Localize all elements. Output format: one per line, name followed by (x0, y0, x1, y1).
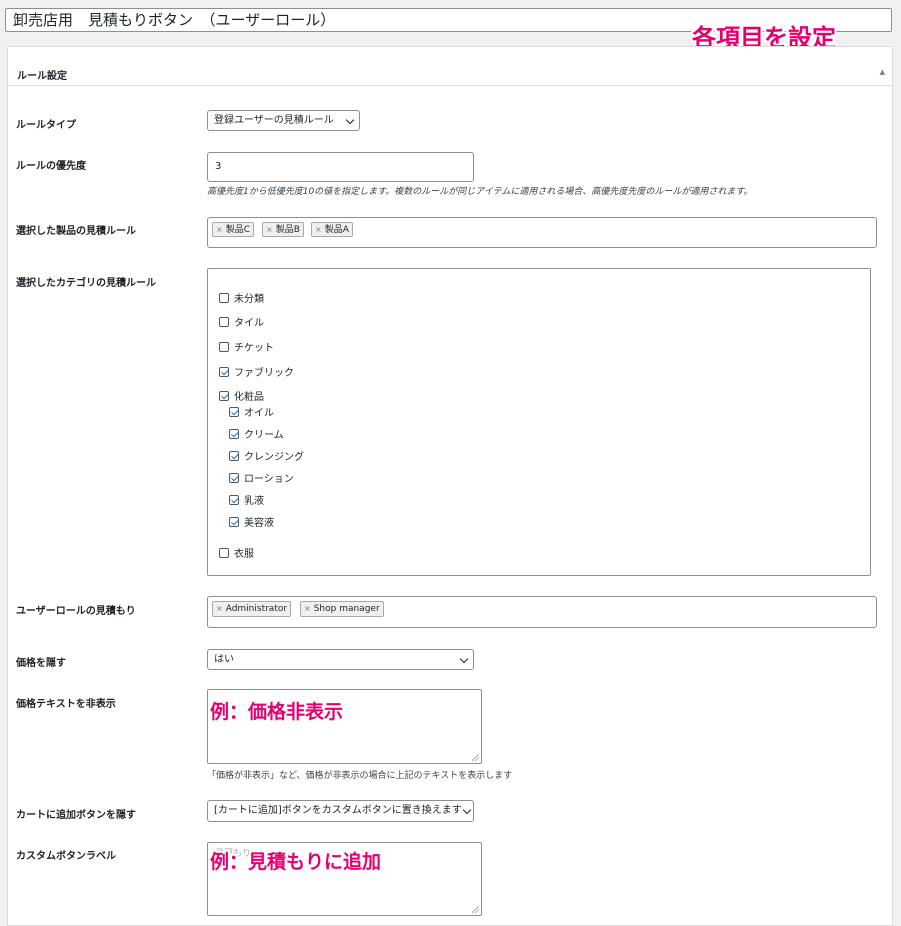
category-item[interactable]: ファブリック (219, 364, 294, 379)
annotation-custom-button-example: 例：見積もりに追加 (210, 851, 382, 873)
checkbox[interactable] (219, 342, 229, 352)
category-item[interactable]: 衣服 (219, 545, 254, 560)
product-tag[interactable]: × 製品C (212, 222, 254, 237)
category-item-child[interactable]: クリーム (229, 426, 284, 441)
hide-price-select[interactable]: はい (207, 649, 474, 670)
chevron-down-icon (345, 115, 355, 125)
hide-price-label: 価格を隠す (16, 658, 66, 669)
rule-type-value: 登録ユーザーの見積ルール (214, 115, 334, 126)
hide-price-text-label: 価格テキストを非表示 (16, 699, 116, 710)
category-item-child[interactable]: 乳液 (229, 492, 264, 507)
hide-cart-button-label: カートに追加ボタンを隠す (16, 810, 136, 821)
roles-multiselect[interactable]: × Administrator × Shop manager (207, 596, 877, 628)
close-icon[interactable]: × (266, 225, 273, 234)
products-multiselect[interactable]: × 製品C × 製品B × 製品A (207, 217, 877, 248)
annotation-hide-price-example: 例：価格非表示 (210, 701, 344, 723)
checkbox-checked[interactable] (219, 367, 229, 377)
hide-price-value: はい (214, 654, 234, 665)
category-item-child[interactable]: ローション (229, 470, 294, 485)
custom-button-label-label: カスタムボタンラベル (16, 851, 116, 862)
checkbox[interactable] (219, 317, 229, 327)
checkbox-checked[interactable] (229, 473, 239, 483)
category-item-child[interactable]: 美容液 (229, 514, 274, 529)
category-item[interactable]: 未分類 (219, 290, 264, 305)
product-tag[interactable]: × 製品B (262, 222, 304, 237)
hide-cart-button-value: [カートに追加]ボタンをカスタムボタンに置き換えます (214, 805, 462, 816)
checkbox-checked[interactable] (229, 517, 239, 527)
category-item-child[interactable]: オイル (229, 404, 274, 419)
priority-value: 3 (215, 161, 222, 172)
close-icon[interactable]: × (304, 604, 311, 613)
checkbox-checked[interactable] (229, 451, 239, 461)
chevron-down-icon (462, 805, 472, 815)
product-tag[interactable]: × 製品A (311, 222, 353, 237)
checkbox[interactable] (219, 293, 229, 303)
priority-description: 高優先度1から低優先度10の値を指定します。複数のルールが同じアイテムに適用され… (207, 187, 753, 197)
close-icon[interactable]: × (315, 225, 322, 234)
rule-type-select[interactable]: 登録ユーザーの見積ルール (207, 110, 360, 131)
categories-label: 選択したカテゴリの見積ルール (16, 278, 156, 289)
chevron-down-icon (459, 654, 469, 664)
resize-grip-icon[interactable] (472, 754, 479, 761)
checkbox-checked[interactable] (229, 407, 239, 417)
category-item[interactable]: チケット (219, 339, 274, 354)
resize-grip-icon[interactable] (472, 906, 479, 913)
category-item[interactable]: 化粧品 (219, 388, 264, 403)
products-label: 選択した製品の見積ルール (16, 226, 136, 237)
close-icon[interactable]: × (216, 225, 223, 234)
category-item[interactable]: タイル (219, 314, 264, 329)
categories-checklist: 未分類 タイル チケット ファブリック 化粧品 オイル クリーム クレンジング … (207, 268, 871, 576)
role-tag[interactable]: × Administrator (212, 601, 292, 617)
category-item-child[interactable]: クレンジング (229, 448, 304, 463)
rule-type-label: ルールタイプ (16, 120, 76, 131)
role-tag[interactable]: × Shop manager (300, 601, 384, 617)
roles-label: ユーザーロールの見積もり (16, 606, 136, 617)
panel-header[interactable]: ルール設定 ▲ (8, 47, 892, 86)
priority-label: ルールの優先度 (16, 161, 86, 172)
checkbox[interactable] (219, 548, 229, 558)
panel-title: ルール設定 (17, 71, 67, 82)
priority-input[interactable]: 3 (207, 152, 474, 182)
hide-price-text-description: 「価格が非表示」など、価格が非表示の場合に上記のテキストを表示します (207, 771, 513, 781)
close-icon[interactable]: × (216, 604, 223, 613)
checkbox-checked[interactable] (229, 429, 239, 439)
checkbox-checked[interactable] (229, 495, 239, 505)
collapse-arrow-icon[interactable]: ▲ (880, 68, 885, 76)
checkbox-checked[interactable] (219, 391, 229, 401)
hide-cart-button-select[interactable]: [カートに追加]ボタンをカスタムボタンに置き換えます (207, 800, 474, 822)
